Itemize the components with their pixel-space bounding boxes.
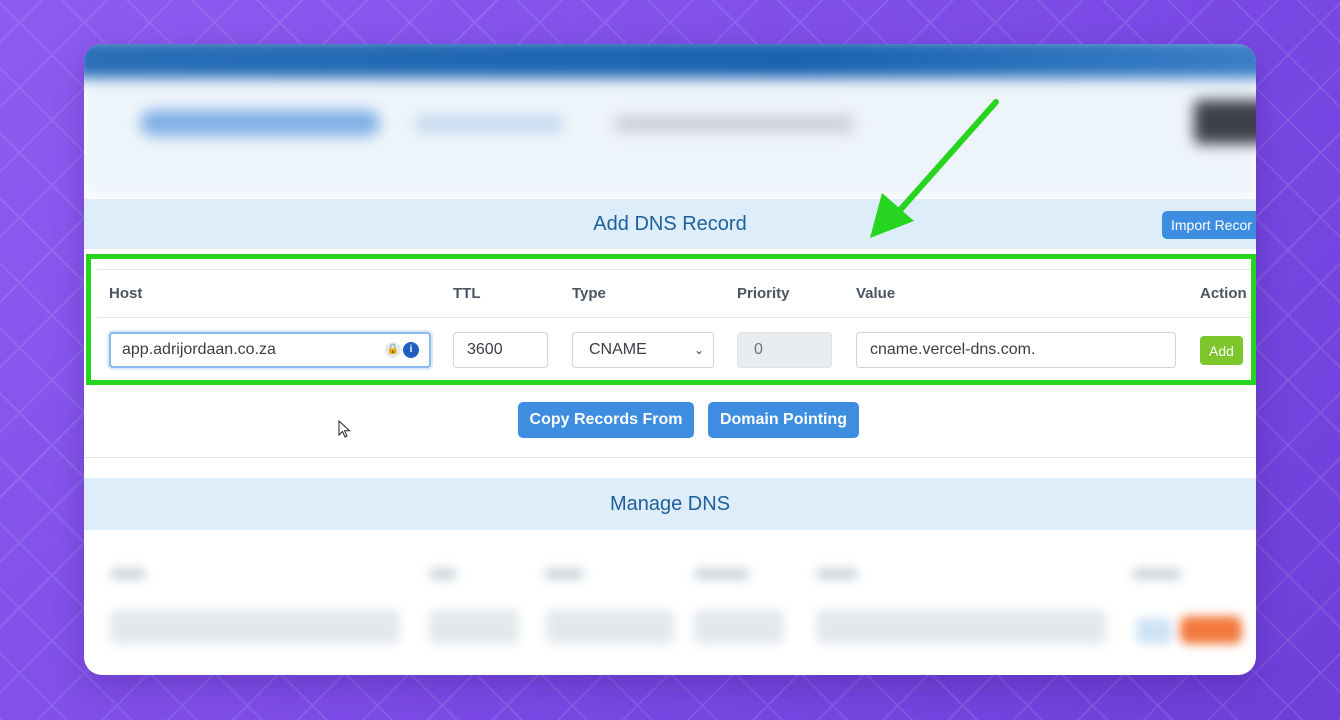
annotation-arrow-icon <box>870 99 999 238</box>
